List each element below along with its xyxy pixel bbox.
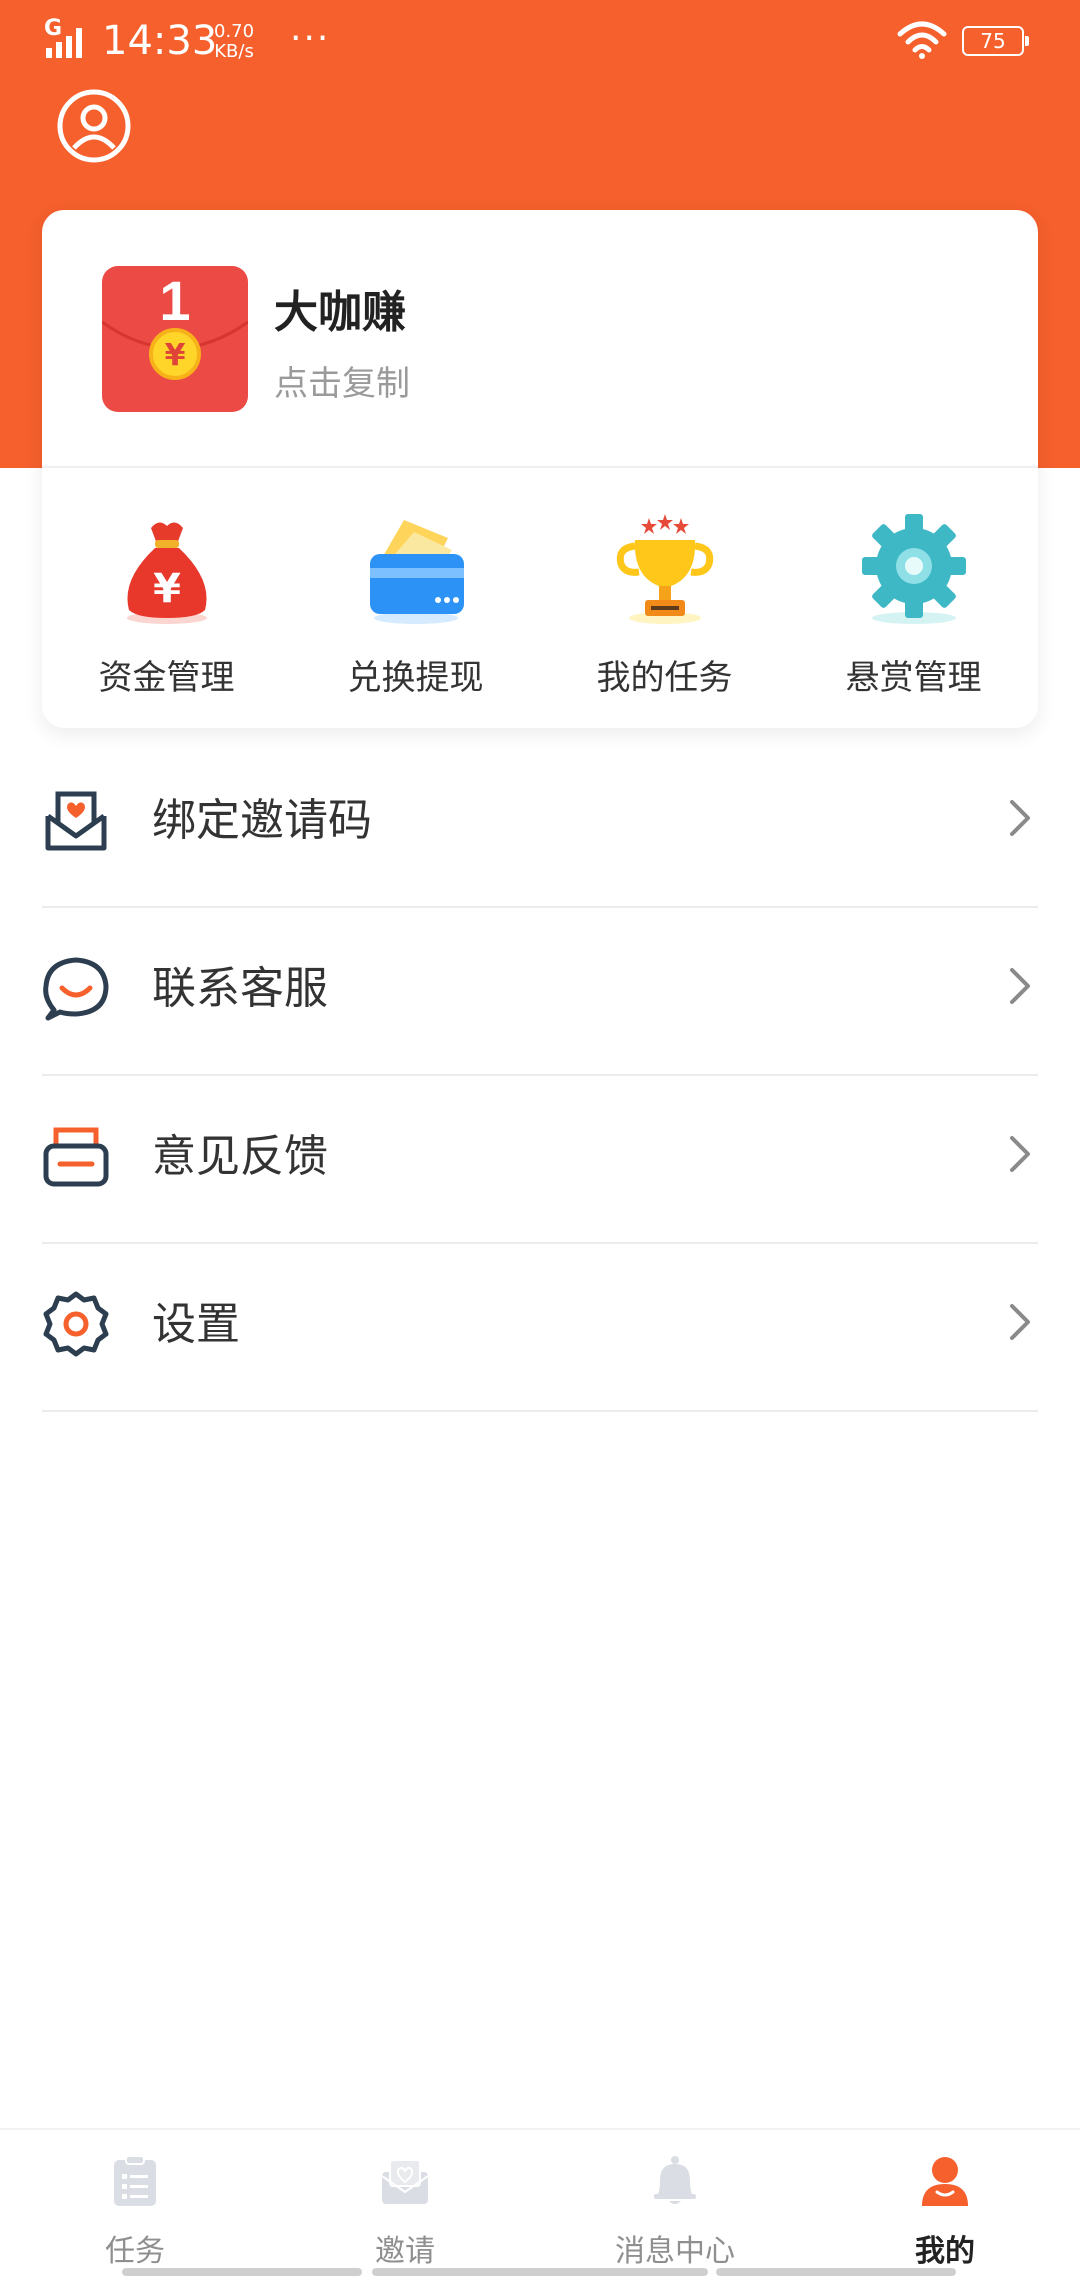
bottom-tab-bar: 任务 邀请 消息中心 我的 — [0, 2128, 1080, 2282]
home-indicator — [372, 2268, 708, 2276]
profile-icon — [922, 2157, 968, 2206]
chat-smile-icon — [43, 957, 109, 1021]
menu-label: 意见反馈 — [152, 1131, 328, 1182]
feedback-box-icon — [43, 1127, 109, 1187]
quick-action-tasks[interactable]: 我的任务 — [540, 510, 789, 710]
menu-label: 联系客服 — [152, 963, 328, 1014]
home-indicator — [716, 2268, 956, 2276]
svg-text:¥: ¥ — [165, 338, 186, 373]
trophy-icon — [616, 514, 713, 624]
copy-button[interactable]: 点击复制 — [274, 356, 410, 405]
quick-action-label: 资金管理 — [98, 658, 235, 698]
settings-icon — [43, 1291, 109, 1357]
envelope-heart-icon — [45, 791, 107, 851]
tab-messages[interactable]: 消息中心 — [540, 2130, 810, 2282]
quick-actions: ¥ 资金管理 兑换提现 我的任务 悬赏管理 — [42, 510, 1038, 710]
tab-label: 消息中心 — [615, 2234, 735, 2269]
quick-action-label: 我的任务 — [596, 658, 733, 698]
svg-text:1: 1 — [159, 269, 190, 332]
tab-label: 邀请 — [375, 2234, 435, 2269]
wifi-icon — [897, 21, 947, 59]
chevron-right-icon — [1010, 968, 1030, 1004]
network-type: G — [44, 16, 63, 41]
tab-invite[interactable]: 邀请 — [270, 2130, 540, 2282]
clipboard-icon — [114, 2155, 156, 2206]
invite-icon — [381, 2159, 429, 2204]
card-divider — [42, 466, 1038, 468]
menu-label: 设置 — [152, 1299, 240, 1350]
gear-icon — [861, 514, 966, 624]
quick-action-funds[interactable]: ¥ 资金管理 — [42, 510, 291, 710]
user-avatar-icon[interactable] — [56, 88, 132, 164]
app-name: 大咖赚 — [274, 287, 406, 338]
tab-label: 任务 — [105, 2234, 165, 2269]
profile-card: 1 ¥ 大咖赚 点击复制 ¥ 资金管理 兑换提现 我的任务 悬赏管理 — [42, 210, 1038, 728]
clock: 14:33 — [102, 18, 218, 64]
network-speed: 0.70 KB/s — [214, 22, 254, 62]
card-wallet-icon — [369, 520, 464, 624]
menu-item-settings[interactable]: 设置 — [42, 1244, 1038, 1412]
quick-action-label: 悬赏管理 — [845, 658, 982, 698]
battery-indicator: 75 — [962, 26, 1029, 56]
menu-list: 绑定邀请码 联系客服 意见反馈 设置 — [42, 740, 1038, 1412]
speed-value: 0.70 — [214, 21, 255, 42]
speed-unit: KB/s — [214, 41, 254, 62]
menu-item-contact-support[interactable]: 联系客服 — [42, 908, 1038, 1076]
quick-action-reward[interactable]: 悬赏管理 — [789, 510, 1038, 710]
quick-action-label: 兑换提现 — [347, 658, 484, 698]
more-dots: ··· — [290, 18, 331, 59]
menu-item-bind-invite-code[interactable]: 绑定邀请码 — [42, 740, 1038, 908]
app-logo-icon: 1 ¥ — [102, 266, 248, 412]
chevron-right-icon — [1010, 1304, 1030, 1340]
chevron-right-icon — [1010, 1136, 1030, 1172]
home-indicator — [122, 2268, 362, 2276]
svg-text:¥: ¥ — [153, 566, 181, 612]
quick-action-withdraw[interactable]: 兑换提现 — [291, 510, 540, 710]
tab-label: 我的 — [915, 2234, 975, 2269]
bell-icon — [654, 2156, 696, 2204]
tab-mine[interactable]: 我的 — [810, 2130, 1080, 2282]
menu-item-feedback[interactable]: 意见反馈 — [42, 1076, 1038, 1244]
money-bag-icon: ¥ — [126, 522, 207, 624]
tab-tasks[interactable]: 任务 — [0, 2130, 270, 2282]
status-bar: G 14:33 0.70 KB/s ··· 75 — [0, 0, 1080, 82]
menu-label: 绑定邀请码 — [152, 795, 372, 846]
chevron-right-icon — [1010, 800, 1030, 836]
